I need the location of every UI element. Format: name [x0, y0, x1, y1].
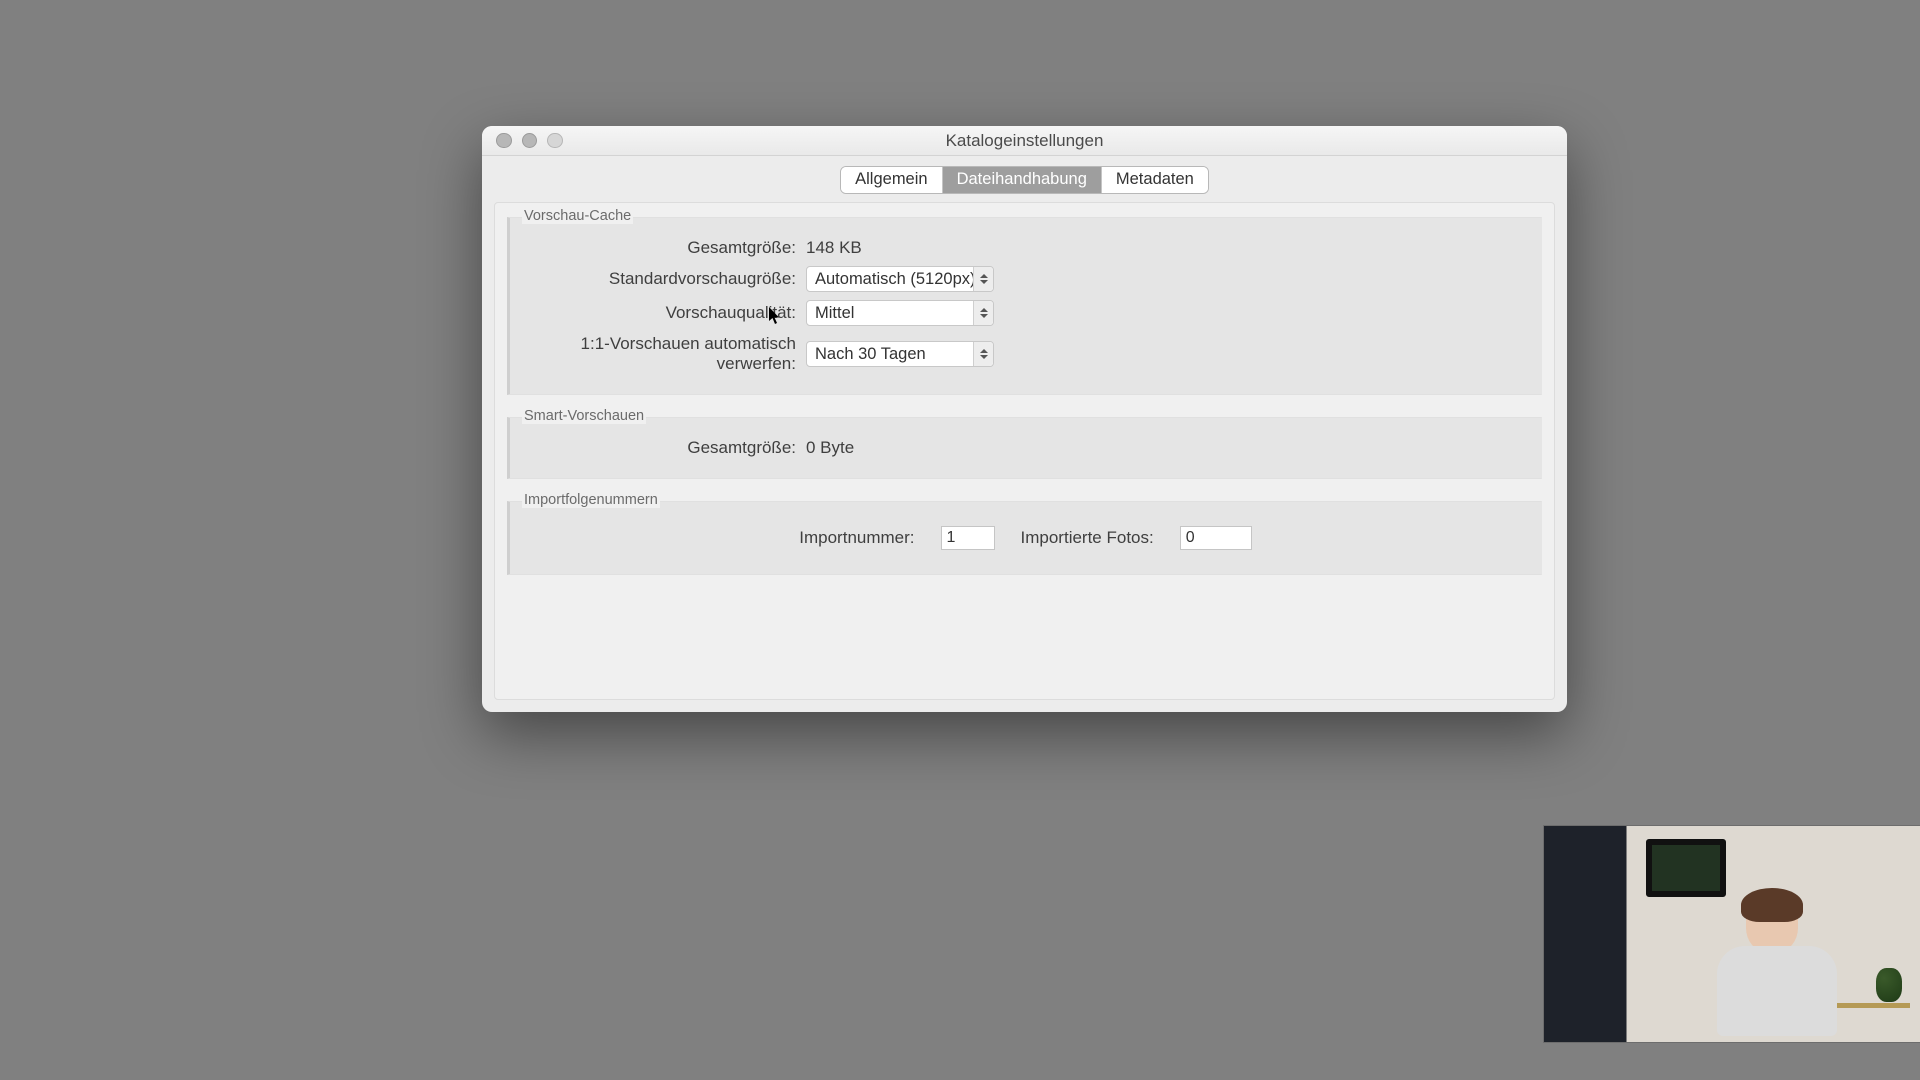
- select-preview-quality[interactable]: Mittel: [806, 300, 994, 326]
- select-std-preview-size-value: Automatisch (5120px): [815, 270, 976, 289]
- row-quality: Vorschauqualität: Mittel: [510, 296, 1541, 330]
- row-smart-total-size: Gesamtgröße: 0 Byte: [510, 434, 1541, 462]
- chevron-up-icon: [980, 349, 988, 353]
- row-import-numbers: Importnummer: Importierte Fotos:: [510, 518, 1541, 558]
- zoom-icon[interactable]: [547, 133, 563, 149]
- tab-dateihandhabung[interactable]: Dateihandhabung: [943, 167, 1102, 193]
- label-preview-quality: Vorschauqualität:: [526, 303, 806, 323]
- chevron-up-icon: [980, 308, 988, 312]
- input-import-number[interactable]: [941, 526, 995, 550]
- chevron-down-icon: [980, 280, 988, 284]
- group-import-numbers: Importfolgenummern Importnummer: Importi…: [507, 501, 1542, 575]
- titlebar: Katalogeinstellungen: [482, 126, 1567, 156]
- webcam-pip: [1544, 826, 1920, 1042]
- group-label-import-numbers: Importfolgenummern: [522, 492, 660, 508]
- row-discard: 1:1-Vorschauen automatisch verwerfen: Na…: [510, 330, 1541, 378]
- group-label-preview-cache: Vorschau-Cache: [522, 208, 633, 224]
- input-imported-photos[interactable]: [1180, 526, 1252, 550]
- content-panel: Vorschau-Cache Gesamtgröße: 148 KB Stand…: [494, 202, 1555, 700]
- row-total-size: Gesamtgröße: 148 KB: [510, 234, 1541, 262]
- select-preview-quality-value: Mittel: [815, 304, 854, 323]
- traffic-lights: [482, 133, 563, 149]
- stepper-icon: [973, 342, 993, 366]
- select-discard-11-value: Nach 30 Tagen: [815, 345, 926, 364]
- value-smart-total-size: 0 Byte: [806, 438, 854, 458]
- select-std-preview-size[interactable]: Automatisch (5120px): [806, 266, 994, 292]
- catalog-settings-window: Katalogeinstellungen Allgemein Dateihand…: [482, 126, 1567, 712]
- select-discard-11[interactable]: Nach 30 Tagen: [806, 341, 994, 367]
- stepper-icon: [973, 301, 993, 325]
- tab-row: Allgemein Dateihandhabung Metadaten: [482, 156, 1567, 202]
- group-preview-cache: Vorschau-Cache Gesamtgröße: 148 KB Stand…: [507, 217, 1542, 395]
- tab-allgemein[interactable]: Allgemein: [841, 167, 942, 193]
- label-smart-total-size: Gesamtgröße:: [526, 438, 806, 458]
- label-import-number: Importnummer:: [799, 528, 914, 548]
- chevron-up-icon: [980, 274, 988, 278]
- chevron-down-icon: [980, 355, 988, 359]
- stepper-icon: [973, 267, 993, 291]
- tab-group: Allgemein Dateihandhabung Metadaten: [840, 166, 1209, 194]
- group-label-smart-previews: Smart-Vorschauen: [522, 408, 646, 424]
- label-total-size: Gesamtgröße:: [526, 238, 806, 258]
- label-imported-photos: Importierte Fotos:: [1021, 528, 1154, 548]
- row-std-size: Standardvorschaugröße: Automatisch (5120…: [510, 262, 1541, 296]
- group-smart-previews: Smart-Vorschauen Gesamtgröße: 0 Byte: [507, 417, 1542, 479]
- window-title: Katalogeinstellungen: [482, 131, 1567, 151]
- label-discard-11: 1:1-Vorschauen automatisch verwerfen:: [526, 334, 806, 374]
- value-total-size: 148 KB: [806, 238, 862, 258]
- minimize-icon[interactable]: [522, 133, 538, 149]
- label-std-preview-size: Standardvorschaugröße:: [526, 269, 806, 289]
- close-icon[interactable]: [496, 133, 512, 149]
- tab-metadaten[interactable]: Metadaten: [1102, 167, 1208, 193]
- chevron-down-icon: [980, 314, 988, 318]
